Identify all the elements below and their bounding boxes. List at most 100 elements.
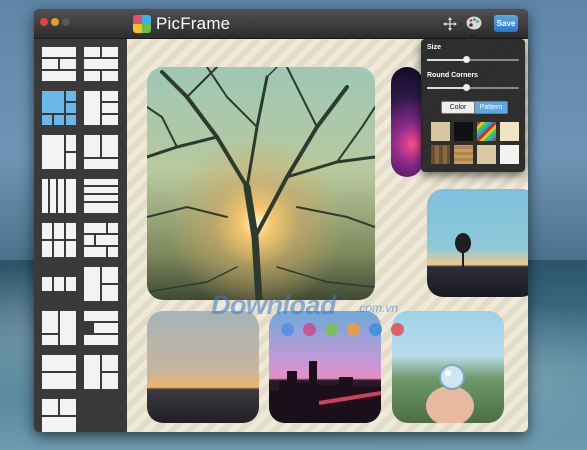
photo-tree-sunburst[interactable] [147, 67, 375, 300]
layout-cell [94, 323, 118, 333]
layout-cell [84, 267, 100, 301]
layout-cell [84, 187, 118, 193]
layout-cell [84, 59, 118, 69]
photo-beach-sunset[interactable] [147, 311, 259, 423]
layout-option[interactable] [84, 47, 118, 81]
size-slider-knob[interactable] [462, 56, 470, 63]
layout-cell [54, 223, 64, 239]
layout-option[interactable] [42, 355, 76, 389]
watermark-dot [303, 323, 316, 336]
layout-option[interactable] [42, 179, 76, 213]
round-corners-slider[interactable] [427, 84, 519, 91]
layout-cell [84, 335, 118, 345]
layout-option[interactable] [84, 135, 118, 169]
pattern-swatch[interactable] [431, 122, 450, 141]
layout-cell [102, 135, 118, 157]
layout-cell [42, 241, 52, 257]
layout-cell [84, 71, 100, 81]
layout-cell [84, 355, 100, 389]
layout-cell [42, 91, 64, 113]
layout-cell [84, 203, 118, 213]
pattern-swatch[interactable] [454, 122, 473, 141]
watermark-domain: .com.vn [356, 301, 399, 315]
layout-option[interactable] [42, 135, 76, 169]
layout-option[interactable] [84, 223, 118, 257]
minimize-window-button[interactable] [51, 18, 59, 26]
layout-cell [84, 235, 94, 245]
layout-cell [66, 241, 76, 257]
layout-cell [42, 373, 76, 389]
title-bar: PicFrame Save [34, 9, 528, 39]
layout-cell [108, 223, 118, 233]
layout-option[interactable] [42, 399, 76, 432]
layout-cell [84, 179, 118, 185]
layout-cell [66, 223, 76, 239]
zoom-window-button[interactable] [62, 18, 70, 26]
layout-cell [102, 103, 118, 113]
pattern-swatch[interactable] [431, 145, 450, 164]
palette-icon[interactable] [466, 16, 482, 30]
layout-cell [58, 179, 64, 213]
layout-cell [42, 47, 76, 57]
layout-cell [42, 223, 52, 239]
layout-option[interactable] [42, 223, 76, 257]
layout-cell [42, 335, 58, 345]
layout-cell [42, 355, 76, 371]
layout-option[interactable] [42, 47, 76, 81]
pattern-swatch[interactable] [500, 145, 519, 164]
save-button[interactable]: Save [494, 15, 518, 32]
photo-tree-sunset[interactable] [427, 189, 528, 297]
pattern-swatch[interactable] [477, 122, 496, 141]
layout-cell [84, 47, 100, 57]
layout-option[interactable] [84, 311, 118, 345]
pattern-swatch[interactable] [454, 145, 473, 164]
layout-option[interactable] [84, 267, 118, 301]
round-corners-slider-fill [427, 87, 466, 89]
photo-glass-ball[interactable] [392, 311, 504, 423]
size-slider[interactable] [427, 56, 519, 63]
layout-cell [42, 115, 52, 125]
layout-cell [66, 135, 76, 151]
pattern-swatch[interactable] [477, 145, 496, 164]
layout-cell [84, 311, 118, 321]
layout-option[interactable] [84, 355, 118, 389]
layout-cell [42, 71, 76, 81]
layout-sidebar [34, 39, 126, 432]
photo-purple-light[interactable] [391, 67, 423, 177]
round-corners-slider-knob[interactable] [462, 84, 470, 91]
watermark-dot [325, 323, 338, 336]
style-popover: Size Round Corners Color Pattern [421, 39, 525, 172]
close-window-button[interactable] [40, 18, 48, 26]
layout-option[interactable] [42, 267, 76, 301]
layout-cell [102, 355, 118, 371]
layout-cell [42, 311, 58, 333]
layout-option[interactable] [84, 91, 118, 125]
layout-option[interactable] [42, 311, 76, 345]
layout-cell [54, 277, 64, 291]
layout-cell [102, 71, 118, 81]
tab-pattern[interactable]: Pattern [474, 101, 508, 114]
layout-cell [102, 47, 118, 57]
move-arrows-icon[interactable] [443, 17, 457, 31]
layout-cell [54, 241, 64, 257]
pattern-swatch[interactable] [500, 122, 519, 141]
layout-cell [60, 399, 76, 415]
watermark-dot [347, 323, 360, 336]
tab-color[interactable]: Color [441, 101, 475, 114]
size-label: Size [427, 44, 442, 51]
layout-cell [102, 373, 118, 389]
layout-cell [66, 277, 76, 291]
layout-cell [108, 247, 118, 257]
watermark-dot [369, 323, 382, 336]
layout-cell [42, 417, 76, 432]
watermark-dot [391, 323, 404, 336]
layout-cell [66, 91, 76, 101]
layout-option[interactable] [42, 91, 76, 125]
size-slider-fill [427, 59, 466, 61]
layout-cell [84, 135, 100, 157]
layout-cell [84, 247, 106, 257]
layout-option[interactable] [84, 179, 118, 213]
watermark-dot [281, 323, 294, 336]
layout-cell [102, 115, 118, 125]
layout-cell [42, 399, 58, 415]
